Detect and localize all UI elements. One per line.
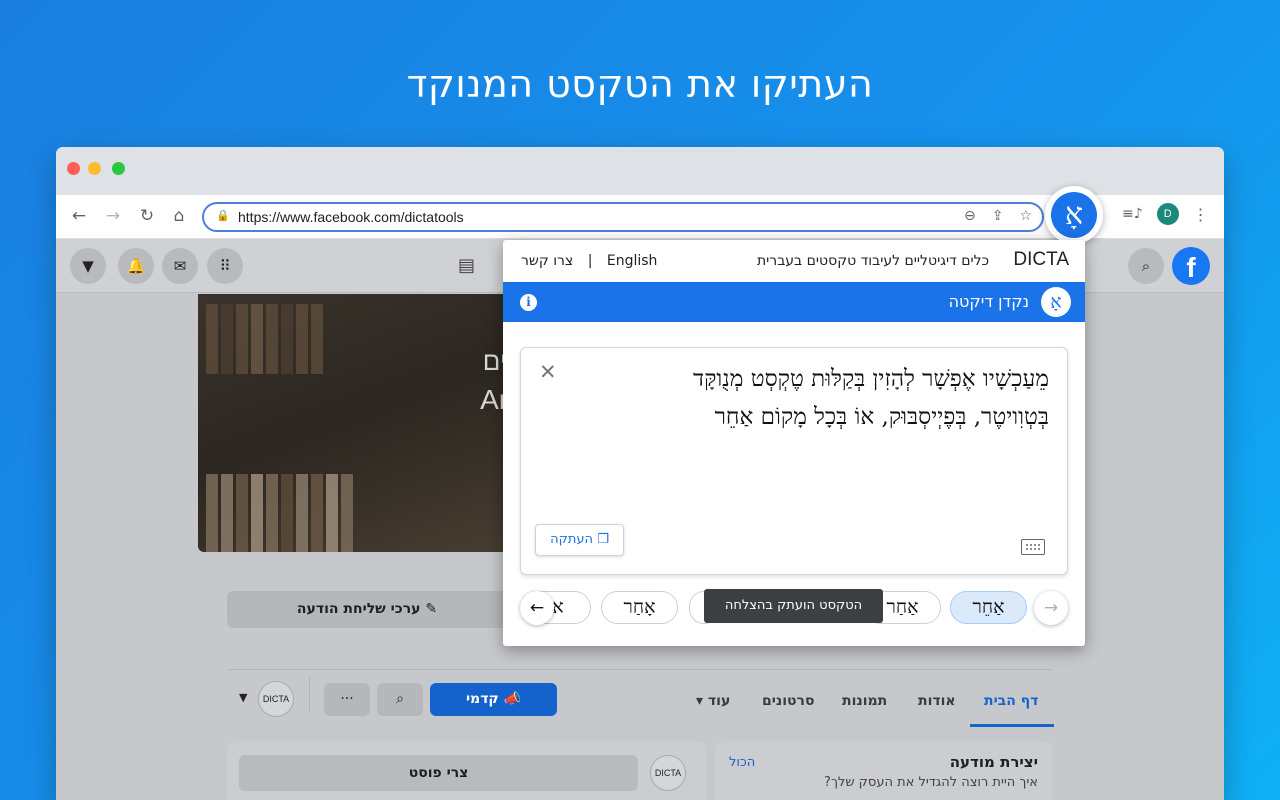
forward-arrow-icon[interactable]: → [102,205,124,227]
zoom-icon[interactable]: ⊖ [964,208,976,224]
menu-grid-icon[interactable]: ⠿ [207,248,243,284]
media-control-icon[interactable]: ≡♪ [1122,206,1143,222]
more-options-button[interactable]: ··· [324,683,370,716]
create-ad-subtitle: איך היית רוצה להגדיל את העסק שלך? [824,775,1038,790]
marketplace-icon[interactable]: ▤ [458,255,475,276]
share-icon[interactable]: ⇪ [992,208,1004,224]
create-post-card: צרי פוסט DICTA [227,741,707,800]
megaphone-icon: 📣 [503,691,522,707]
popup-title-bar: אָ נקדן דיקטה i [503,282,1085,322]
back-arrow-icon[interactable]: ← [68,205,90,227]
create-post-button[interactable]: צרי פוסט [239,755,638,791]
search-icon[interactable]: ⌕ [1128,248,1164,284]
search-icon: ⌕ [396,691,404,707]
maximize-window-button[interactable] [112,162,125,175]
see-all-link[interactable]: הכול [729,755,755,770]
messenger-icon[interactable]: ✉ [162,248,198,284]
prev-arrow-icon[interactable]: ← [520,591,554,625]
aleph-logo-icon: אָ [1051,192,1097,238]
search-page-button[interactable]: ⌕ [377,683,423,716]
address-bar[interactable]: 🔒 https://www.facebook.com/dictatools ⊖ … [202,202,1044,232]
tab-about[interactable]: אודות [918,693,956,709]
page-headline: העתיקו את הטקסט המנוקד [406,62,874,106]
lock-icon: 🔒 [216,209,230,222]
promote-button[interactable]: קדמי 📣 [430,683,557,716]
aleph-logo-icon: אָ [1041,287,1071,317]
toolbar-separator [309,677,310,713]
dicta-tagline: כלים דיגיטליים לעיבוד טקסטים בעברית [756,253,989,269]
close-window-button[interactable] [67,162,80,175]
star-icon[interactable]: ☆ [1019,208,1032,224]
notifications-icon[interactable]: 🔔 [118,248,154,284]
copy-button[interactable]: ❐ העתקה [535,524,624,556]
dicta-extension-button[interactable]: אָ [1045,186,1103,244]
info-icon[interactable]: i [520,294,537,311]
tool-title: נקדן דיקטה [948,292,1029,311]
dicta-popup: DICTA כלים דיגיטליים לעיבוד טקסטים בעברי… [503,240,1085,646]
create-ad-card: יצירת מודעה איך היית רוצה להגדיל את העסק… [715,741,1052,800]
section-divider [228,669,1052,670]
clear-icon[interactable]: ✕ [539,360,557,384]
popup-links: צרו קשר | English [521,253,658,269]
url-text: https://www.facebook.com/dictatools [238,209,464,225]
pencil-icon: ✎ [425,601,438,617]
post-author-avatar: DICTA [650,755,686,791]
create-ad-title: יצירת מודעה [949,753,1038,771]
english-link[interactable]: English [607,253,658,269]
avatar-dropdown-icon[interactable]: ▼ [239,691,247,704]
page-avatar[interactable]: DICTA [258,681,294,717]
menu-kebab-icon[interactable]: ⋮ [1193,205,1209,224]
next-arrow-icon[interactable]: → [1034,591,1068,625]
copied-toast: הטקסט הועתק בהצלחה [704,589,883,623]
option-3[interactable]: אָחַר [601,591,678,624]
tab-videos[interactable]: סרטונים [762,693,814,709]
tab-more[interactable]: עוד ▾ [696,693,730,709]
minimize-window-button[interactable] [88,162,101,175]
tab-photos[interactable]: תמונות [842,693,887,709]
facebook-logo[interactable]: f [1172,247,1210,285]
copy-icon: ❐ [597,532,609,547]
option-selected[interactable]: אַחֵר [950,591,1027,624]
keyboard-icon[interactable] [1021,539,1045,555]
reload-icon[interactable]: ↻ [136,205,158,227]
home-icon[interactable]: ⌂ [168,205,190,227]
account-dropdown-icon[interactable]: ▼ [70,248,106,284]
contact-link[interactable]: צרו קשר [521,253,573,269]
browser-titlebar [56,147,1224,195]
dicta-brand[interactable]: DICTA [1013,249,1069,271]
edit-send-message-button[interactable]: ✎ ערכי שליחת הודעה [227,591,507,628]
vocalized-text: מֵעַכְשָׁיו אֶפְשָׁר לְהָזִין בְּקַלּוּת… [693,366,1049,430]
vocalized-text-area[interactable]: מֵעַכְשָׁיו אֶפְשָׁר לְהָזִין בְּקַלּוּת… [520,347,1068,575]
profile-avatar[interactable]: D [1156,203,1179,225]
popup-topbar: DICTA כלים דיגיטליים לעיבוד טקסטים בעברי… [503,240,1085,282]
active-tab-indicator [970,724,1054,727]
ellipsis-icon: ··· [340,691,354,707]
tab-home[interactable]: דף הבית [984,693,1038,709]
